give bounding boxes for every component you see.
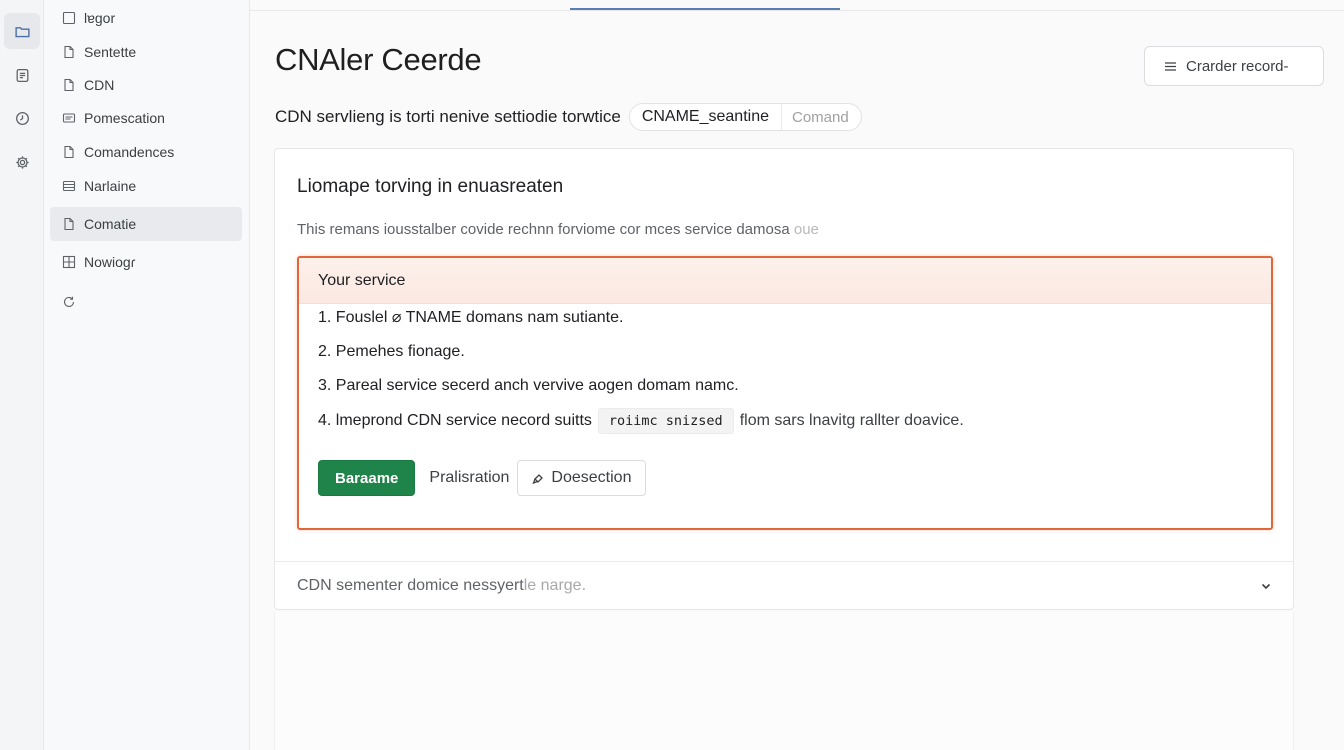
- sidebar-item-2[interactable]: Sentette: [50, 35, 242, 69]
- page-title: CNAler Ceerde: [275, 42, 482, 77]
- sidebar-item-label: lɐgor: [84, 10, 116, 26]
- gear-icon[interactable]: [4, 144, 40, 180]
- sidebar-item-6[interactable]: Narlaine: [50, 169, 242, 203]
- callout-actions: Baraame Pralisration Doesection: [318, 460, 647, 496]
- refresh-icon: [62, 295, 76, 309]
- step-text: 4. lmeprond CDN service necord suitts: [318, 412, 592, 429]
- list-icon: [62, 179, 76, 193]
- record-chip-group: CNAME_seantine Comand: [628, 103, 862, 131]
- card-title: Liomape torving in enuasreaten: [297, 176, 564, 197]
- pin-icon: [532, 471, 546, 485]
- outline-button[interactable]: Doesection: [517, 460, 647, 496]
- subtitle-row: CDN servlieng is torti nenive settiodie …: [275, 103, 862, 131]
- order-record-label: Crarder record-: [1186, 57, 1289, 75]
- sidebar-item-4[interactable]: Pomescation: [50, 101, 242, 135]
- sidebar-item-9[interactable]: [50, 285, 242, 319]
- step-text: 2. Pemehes fionage.: [318, 343, 465, 360]
- step-2: 2. Pemehes fionage.: [318, 343, 465, 361]
- menu-icon: [1163, 59, 1178, 74]
- step-1: 1. Fouslel ⌀ TNAME domans nam sutiante.: [318, 307, 623, 327]
- card-description-fade: oue: [793, 221, 819, 238]
- service-callout: Your service 1. Fouslel ⌀ TNAME domans n…: [297, 256, 1273, 530]
- top-tab-strip: [250, 0, 1344, 11]
- accordion-label-fade: le narge.: [523, 576, 587, 594]
- step-text: 3. Pareal service secerd anch vervive ao…: [318, 377, 739, 394]
- subtitle-text: CDN servlieng is torti nenive settiodie …: [275, 107, 621, 126]
- checkbox-icon: [62, 11, 76, 25]
- icon-rail: [0, 0, 44, 750]
- app-window: lɐgor Sentette CDN Pomescation Comandenc…: [0, 0, 1344, 750]
- cname-chip[interactable]: CNAME_seantine: [630, 104, 782, 130]
- sidebar-item-5[interactable]: Comandences: [50, 135, 242, 169]
- sidebar: lɐgor Sentette CDN Pomescation Comandenc…: [44, 0, 250, 750]
- callout-title: Your service: [318, 272, 406, 289]
- step-3: 3. Pareal service secerd anch vervive ao…: [318, 377, 739, 395]
- sidebar-item-7[interactable]: Comatie: [50, 207, 242, 241]
- link-button[interactable]: Pralisration: [429, 469, 509, 487]
- sidebar-item-label: Pomescation: [84, 110, 165, 126]
- outline-button-label: Doesection: [551, 469, 632, 486]
- file-icon: [62, 45, 76, 59]
- sidebar-item-label: Sentette: [84, 44, 137, 60]
- card-icon: [62, 111, 76, 125]
- accordion-label: CDN sementer domice nessyertle narge.: [297, 577, 586, 595]
- sidebar-item-cdn[interactable]: CDN: [50, 68, 242, 102]
- accordion-row[interactable]: CDN sementer domice nessyertle narge.: [275, 561, 1293, 609]
- sidebar-item-label: Nowiogɾ: [84, 254, 136, 270]
- command-chip[interactable]: Comand: [782, 104, 861, 130]
- step-4: 4. lmeprond CDN service necord suitts ro…: [318, 408, 964, 434]
- file-icon: [62, 217, 76, 231]
- folder-icon[interactable]: [4, 13, 40, 49]
- step-tail-text: flom sars lnavitg rallter doavice.: [739, 412, 964, 429]
- main-content: CNAler Ceerde Crarder record- CDN servli…: [250, 0, 1344, 750]
- sidebar-item-8[interactable]: Nowiogɾ: [50, 245, 242, 279]
- document-icon[interactable]: [4, 57, 40, 93]
- setup-card: Liomape torving in enuasreaten This rema…: [274, 148, 1294, 610]
- primary-button[interactable]: Baraame: [318, 460, 416, 496]
- sidebar-item-label: Comandences: [84, 144, 175, 160]
- callout-header: [299, 258, 1271, 304]
- grid-icon: [62, 255, 76, 269]
- sidebar-item-label: Comatie: [84, 216, 137, 232]
- code-snippet: roiimc snizsed: [597, 408, 734, 434]
- clock-icon[interactable]: [4, 100, 40, 136]
- file-icon: [62, 145, 76, 159]
- sidebar-item-label: Narlaine: [84, 178, 137, 194]
- card-description-text: This remans iousstalber covide rechnn fo…: [297, 221, 790, 238]
- file-icon: [62, 78, 76, 92]
- empty-panel: [274, 612, 1294, 750]
- active-tab-indicator[interactable]: [570, 8, 840, 10]
- chevron-down-icon[interactable]: [1259, 579, 1273, 593]
- step-text: 1. Fouslel ⌀ TNAME domans nam sutiante.: [318, 309, 624, 326]
- card-description: This remans iousstalber covide rechnn fo…: [297, 221, 819, 238]
- sidebar-item-1[interactable]: lɐgor: [50, 1, 242, 35]
- order-record-button[interactable]: Crarder record-: [1144, 46, 1324, 86]
- sidebar-item-label: CDN: [84, 77, 115, 93]
- accordion-label-text: CDN sementer domice nessyert: [297, 576, 524, 594]
